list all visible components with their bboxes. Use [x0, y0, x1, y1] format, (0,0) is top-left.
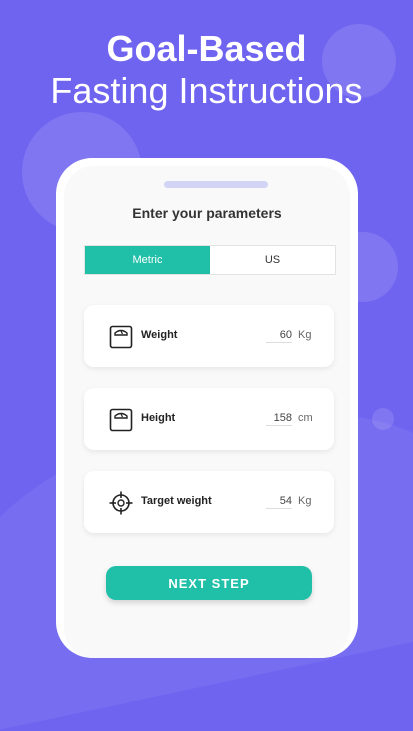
- weight-input[interactable]: 60: [266, 329, 292, 343]
- weight-unit: Kg: [298, 329, 312, 341]
- scale-icon: [109, 325, 133, 349]
- tab-metric[interactable]: Metric: [85, 246, 210, 274]
- unit-toggle: Metric US: [84, 245, 336, 275]
- phone-screen: Enter your parameters Metric US Weight 6…: [64, 166, 350, 658]
- weight-label: Weight: [141, 329, 178, 341]
- height-card[interactable]: Height 158 cm: [84, 388, 334, 450]
- weight-card[interactable]: Weight 60 Kg: [84, 305, 334, 367]
- tab-us[interactable]: US: [210, 246, 335, 274]
- screen-title: Enter your parameters: [132, 205, 282, 221]
- target-weight-unit: Kg: [298, 495, 312, 507]
- phone-frame: Enter your parameters Metric US Weight 6…: [56, 158, 358, 658]
- height-input[interactable]: 158: [266, 412, 292, 426]
- target-weight-card[interactable]: Target weight 54 Kg: [84, 471, 334, 533]
- target-weight-input[interactable]: 54: [266, 495, 292, 509]
- height-unit: cm: [298, 412, 313, 424]
- target-icon: [109, 491, 133, 515]
- scale-icon: [109, 408, 133, 432]
- phone-notch: [164, 181, 268, 188]
- headline-line-2: Fasting Instructions: [50, 70, 363, 111]
- target-weight-label: Target weight: [141, 495, 212, 507]
- height-label: Height: [141, 412, 176, 424]
- headline-line-1: Goal-Based: [106, 28, 307, 69]
- next-step-button[interactable]: NEXT STEP: [106, 566, 312, 600]
